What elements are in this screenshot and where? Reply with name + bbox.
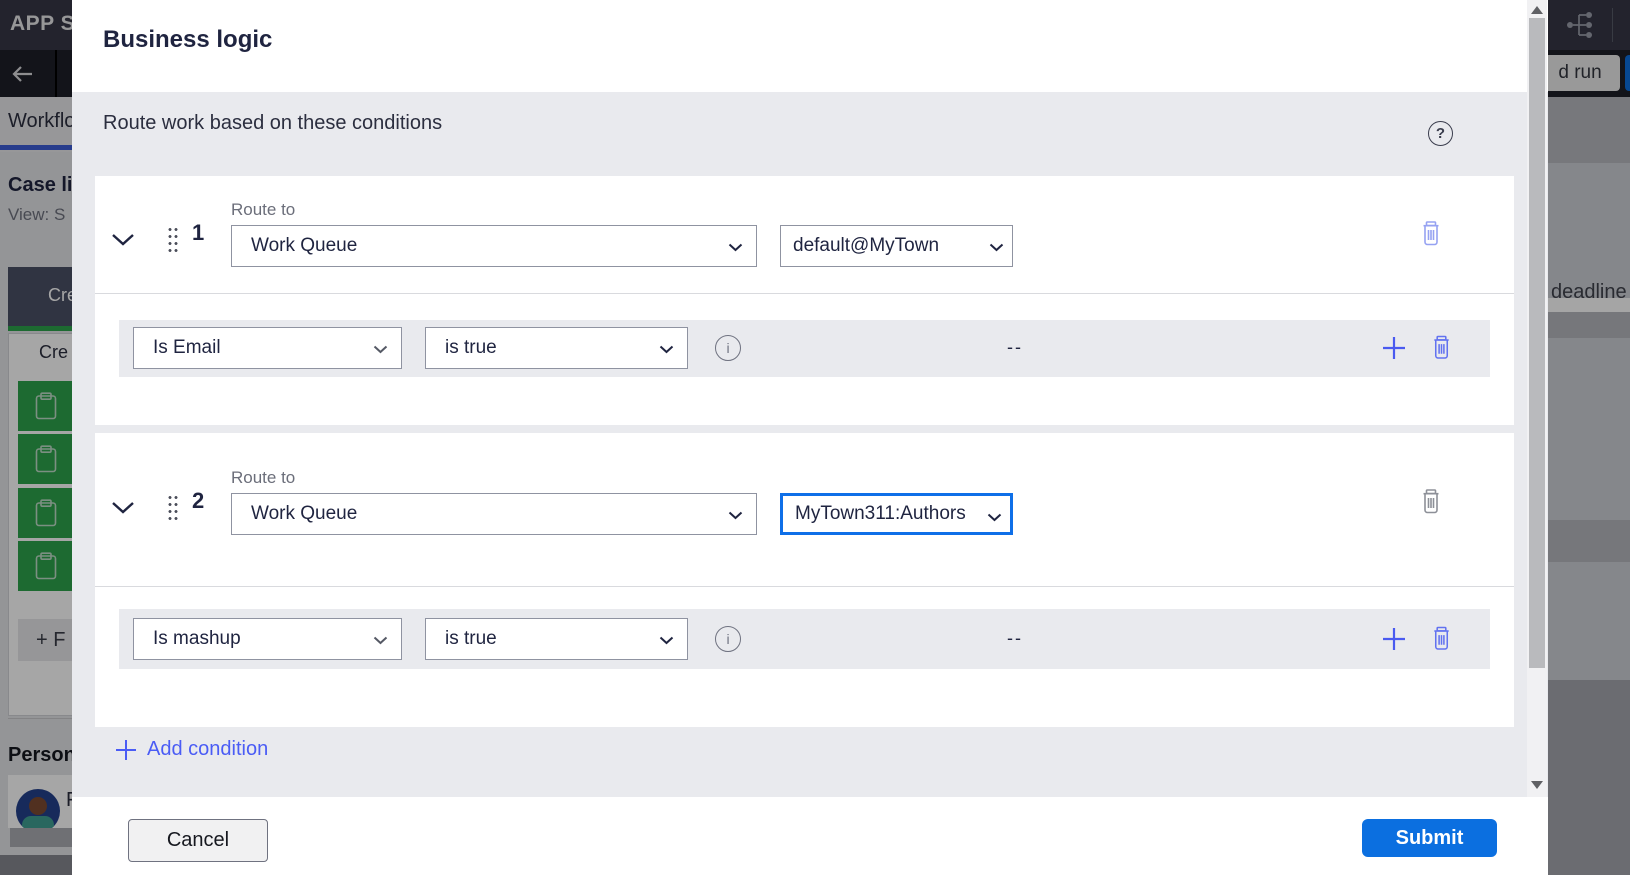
- rule-value-placeholder: --: [1007, 628, 1023, 648]
- delete-condition-icon[interactable]: [1419, 220, 1443, 247]
- route-target-select-focused[interactable]: MyTown311:Authors: [780, 493, 1013, 535]
- rule-operator-value: is true: [445, 337, 497, 358]
- collapse-chevron-icon[interactable]: [111, 233, 135, 247]
- condition-card-1: 1 Route to Work Queue default@MyTown Is …: [95, 176, 1514, 425]
- scrollbar[interactable]: [1527, 0, 1547, 797]
- route-type-value: Work Queue: [251, 503, 358, 524]
- modal-footer: Cancel Submit: [72, 797, 1548, 875]
- screen: APP ST d run Workflo Case li View: S Cre: [0, 0, 1630, 875]
- section-heading: Route work based on these conditions: [103, 112, 443, 134]
- scrollbar-thumb[interactable]: [1529, 18, 1545, 668]
- cancel-button[interactable]: Cancel: [128, 819, 268, 862]
- collapse-chevron-icon[interactable]: [111, 501, 135, 515]
- route-target-select[interactable]: default@MyTown: [780, 225, 1013, 267]
- rule-field-select[interactable]: Is Email: [133, 327, 402, 369]
- route-target-value: MyTown311:Authors: [795, 503, 966, 524]
- card-divider: [95, 586, 1514, 587]
- modal-body: Route work based on these conditions ? 1…: [72, 92, 1548, 797]
- chevron-down-icon: [659, 345, 674, 354]
- drag-handle[interactable]: [167, 226, 178, 253]
- chevron-down-icon: [373, 345, 388, 354]
- chevron-down-icon: [989, 243, 1004, 252]
- scrollbar-up-arrow[interactable]: [1531, 6, 1543, 14]
- rule-operator-select[interactable]: is true: [425, 327, 688, 369]
- route-type-select[interactable]: Work Queue: [231, 225, 757, 267]
- condition-card-2: 2 Route to Work Queue MyTown311:Authors: [95, 433, 1514, 727]
- chevron-down-icon: [728, 243, 743, 252]
- chevron-down-icon: [659, 636, 674, 645]
- route-type-value: Work Queue: [251, 235, 358, 256]
- chevron-down-icon: [987, 513, 1002, 522]
- add-condition-label: Add condition: [147, 738, 269, 760]
- info-icon[interactable]: i: [715, 335, 741, 361]
- route-to-label: Route to: [231, 200, 296, 219]
- chevron-down-icon: [728, 511, 743, 520]
- rule-operator-select[interactable]: is true: [425, 618, 688, 660]
- card-divider: [95, 293, 1514, 294]
- route-type-select[interactable]: Work Queue: [231, 493, 757, 535]
- scrollbar-down-arrow[interactable]: [1531, 781, 1543, 789]
- rule-operator-value: is true: [445, 628, 497, 649]
- plus-icon: [116, 739, 136, 760]
- chevron-down-icon: [373, 636, 388, 645]
- delete-rule-icon[interactable]: [1430, 335, 1453, 360]
- rule-row: Is Email is true i --: [119, 320, 1490, 377]
- modal-header: Business logic: [72, 0, 1548, 92]
- add-rule-icon[interactable]: [1381, 626, 1407, 652]
- rule-field-value: Is mashup: [153, 628, 241, 649]
- rule-value-placeholder: --: [1007, 337, 1023, 357]
- rule-field-select[interactable]: Is mashup: [133, 618, 402, 660]
- help-icon[interactable]: ?: [1428, 121, 1453, 146]
- rule-field-value: Is Email: [153, 337, 221, 358]
- route-to-label: Route to: [231, 468, 296, 487]
- submit-button[interactable]: Submit: [1362, 819, 1497, 857]
- rule-row: Is mashup is true i --: [119, 609, 1490, 669]
- add-rule-icon[interactable]: [1381, 335, 1407, 361]
- route-target-value: default@MyTown: [793, 235, 940, 256]
- add-condition-button[interactable]: Add condition: [115, 738, 268, 761]
- drag-handle[interactable]: [167, 494, 178, 521]
- delete-condition-icon[interactable]: [1419, 488, 1443, 515]
- info-icon[interactable]: i: [715, 626, 741, 652]
- delete-rule-icon[interactable]: [1430, 626, 1453, 651]
- modal-title: Business logic: [103, 26, 273, 53]
- business-logic-modal: Business logic Route work based on these…: [72, 0, 1548, 875]
- condition-number: 1: [192, 220, 205, 245]
- condition-number: 2: [192, 488, 205, 513]
